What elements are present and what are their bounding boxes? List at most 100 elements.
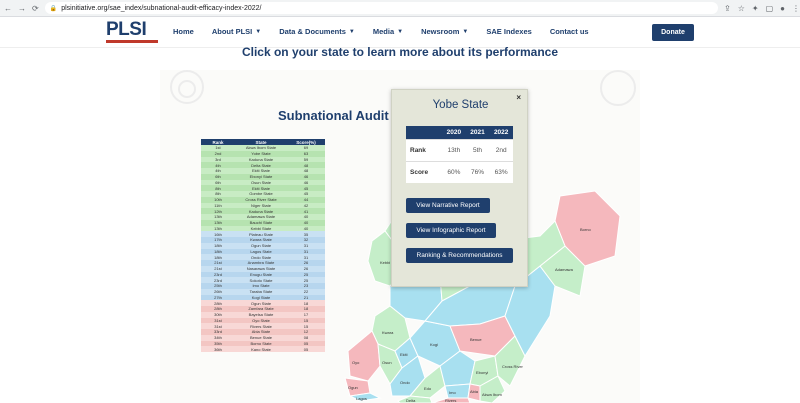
table-row: 23rd Enugu State 25	[201, 271, 325, 278]
table-row: 18th Ogun State 31	[201, 242, 325, 249]
sidebar-icon[interactable]: ▢	[766, 4, 774, 13]
score-row: Score 60% 76% 63%	[406, 160, 513, 183]
plsi-logo[interactable]: PLSI	[106, 19, 158, 43]
back-icon[interactable]: ←	[4, 4, 12, 13]
stats-header-row: 2020 2021 2022	[406, 126, 513, 139]
map-label: Delta	[406, 398, 416, 403]
table-row: 21st Nasarawa State 26	[201, 265, 325, 272]
rank-2020: 13th	[442, 138, 466, 161]
map-label: Borno	[580, 227, 591, 232]
map-label: Abia	[470, 389, 479, 394]
map-label: Ekiti	[400, 352, 408, 357]
popup-title: Yobe State	[432, 99, 489, 111]
table-row: 27th Kogi State 21	[201, 294, 325, 301]
map-label: Oyo	[352, 360, 360, 365]
table-row: 26th Taraba State 22	[201, 288, 325, 295]
state-popup: × Yobe State 2020 2021 2022 Rank 13th 5t…	[391, 89, 528, 287]
nav-sae-indexes[interactable]: SAE Indexes	[486, 27, 531, 36]
view-infographic-report-button[interactable]: View Infographic Report	[406, 223, 496, 238]
ranking-recommendations-button[interactable]: Ranking & Recommendations	[406, 248, 513, 263]
map-label: Cross River	[502, 364, 524, 369]
table-row: 6th Osun State 46	[201, 179, 325, 186]
table-row: 35th Borno State 05	[201, 340, 325, 347]
menu-icon[interactable]: ⋮	[792, 4, 800, 13]
logo-text: PLSI	[106, 19, 147, 40]
nav-data-documents[interactable]: Data & Documents ▼	[279, 27, 355, 36]
map-label: Ogun	[348, 385, 358, 390]
table-row: 34th Benue State 08	[201, 334, 325, 341]
map-label: Osun	[382, 360, 392, 365]
rank-row: Rank 13th 5th 2nd	[406, 138, 513, 161]
cell-state: Kano State	[235, 346, 287, 352]
nav-contact[interactable]: Contact us	[550, 27, 589, 36]
table-row: 18th Ondo State 31	[201, 254, 325, 260]
share-icon[interactable]: ⇪	[724, 4, 731, 13]
donate-button[interactable]: Donate	[652, 24, 694, 41]
score-2022: 63%	[489, 160, 513, 183]
map-label: Edo	[424, 386, 432, 391]
chevron-down-icon: ▼	[462, 28, 469, 35]
browser-toolbar: ← → ⟳ 🔒 plsinitiative.org/sae_index/subn…	[0, 0, 800, 17]
extensions-icon[interactable]: ✦	[752, 4, 759, 13]
table-header-row: Rank State Score(%)	[201, 139, 325, 145]
nav-home[interactable]: Home	[173, 27, 194, 36]
table-row: 28th Ogun State 18	[201, 300, 325, 306]
chevron-down-icon: ▼	[255, 28, 262, 35]
map-label: Rivers	[445, 398, 456, 403]
browser-actions: ⇪ ☆ ✦ ▢ ● ⋮	[724, 4, 800, 13]
table-row: 3rd Kaduna State 59	[201, 156, 325, 163]
score-2020: 60%	[442, 160, 466, 183]
table-row: 13th Kebbi State 40	[201, 225, 325, 232]
table-row: 4th Delta State 48	[201, 162, 325, 168]
forward-icon[interactable]: →	[18, 4, 26, 13]
profile-icon[interactable]: ●	[780, 4, 785, 13]
map-label: Ebonyi	[476, 370, 488, 375]
map-label: Akwa Ibom	[482, 392, 502, 397]
decor-circle	[178, 80, 196, 98]
table-row: 23rd Sokoto State 25	[201, 277, 325, 283]
table-row: 4th Ekiti State 48	[201, 168, 325, 174]
score-2021: 76%	[465, 160, 490, 183]
reload-icon[interactable]: ⟳	[32, 4, 39, 13]
browser-nav: ← → ⟳	[0, 4, 39, 13]
table-row: 25th Imo State 23	[201, 283, 325, 289]
nav-about[interactable]: About PLSI ▼	[212, 27, 261, 36]
map-label: Adamawa	[555, 267, 574, 272]
table-row: 17th Kwara State 32	[201, 237, 325, 243]
year-2021: 2021	[465, 126, 490, 139]
table-row: 10th Cross River State 44	[201, 196, 325, 203]
state-stats-table: 2020 2021 2022 Rank 13th 5th 2nd Score 6…	[406, 126, 513, 183]
address-bar[interactable]: 🔒 plsinitiative.org/sae_index/subnationa…	[44, 2, 719, 14]
nav-media[interactable]: Media ▼	[373, 27, 403, 36]
map-label: Kogi	[430, 342, 438, 347]
table-row: 1st Akwa Ibom State 69	[201, 145, 325, 151]
table-row: 12th Kaduna State 41	[201, 208, 325, 214]
view-narrative-report-button[interactable]: View Narrative Report	[406, 198, 490, 213]
star-icon[interactable]: ☆	[738, 4, 745, 13]
table-row: 31st Rivers State 15	[201, 323, 325, 329]
table-row: 13th Bauchi State 40	[201, 219, 325, 226]
rank-2021: 5th	[465, 138, 490, 161]
cell-score: 05	[287, 346, 325, 352]
table-row: 28th Zamfara State 18	[201, 306, 325, 312]
table-row: 11th Niger State 42	[201, 202, 325, 209]
table-row: 31st Oyo State 15	[201, 317, 325, 324]
ranking-table: Rank State Score(%) 1st Akwa Ibom State 69…	[201, 139, 325, 352]
rank-label: Rank	[406, 138, 443, 161]
table-row: 13th Adamawa State 40	[201, 214, 325, 220]
logo-underline	[106, 40, 158, 43]
map-label: Kwara	[382, 330, 394, 335]
lock-icon[interactable]: 🔒	[50, 5, 57, 12]
stats-corner	[406, 126, 443, 139]
map-label: Imo	[449, 390, 456, 395]
page-heading: Click on your state to learn more about …	[241, 45, 559, 59]
year-2020: 2020	[442, 126, 466, 139]
score-label: Score	[406, 160, 443, 183]
nav-newsroom[interactable]: Newsroom ▼	[421, 27, 468, 36]
decor-circle	[600, 70, 636, 106]
table-row: 21st Anambra State 26	[201, 260, 325, 266]
year-2022: 2022	[489, 126, 513, 139]
rank-2022: 2nd	[489, 138, 513, 161]
map-state-oyo[interactable]	[347, 330, 381, 382]
table-row: 30th Bayelsa State 17	[201, 311, 325, 318]
